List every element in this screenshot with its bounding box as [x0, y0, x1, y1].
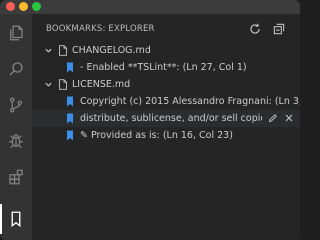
activity-bar	[0, 14, 32, 240]
bookmarks-icon[interactable]	[0, 202, 32, 236]
bookmark-label: distribute, sublicense, and/or sell copi…	[80, 113, 262, 124]
extensions-icon[interactable]	[0, 160, 32, 194]
file-icon	[58, 45, 68, 56]
row-actions	[268, 113, 294, 126]
minimize-window-button[interactable]	[19, 2, 28, 11]
close-icon[interactable]	[284, 113, 294, 126]
bookmark-item[interactable]: Copyright (c) 2015 Alessandro Fragnani: …	[32, 93, 300, 110]
sidebar: BOOKMARKS: EXPLORER CHANGELOG.md - Enabl…	[32, 14, 300, 240]
tree-file-changelog[interactable]: CHANGELOG.md	[32, 42, 300, 59]
bookmark-icon	[66, 130, 74, 141]
file-icon	[58, 79, 68, 90]
sidebar-title: BOOKMARKS: EXPLORER	[46, 24, 155, 34]
title-bar	[0, 0, 300, 14]
debug-icon[interactable]	[0, 124, 32, 158]
vscode-window: BOOKMARKS: EXPLORER CHANGELOG.md - Enabl…	[0, 0, 300, 240]
bookmark-icon	[66, 113, 74, 124]
bookmark-icon	[66, 62, 74, 73]
maximize-window-button[interactable]	[32, 2, 41, 11]
bookmark-label: ✎ Provided as is: (Ln 16, Col 23)	[80, 130, 233, 141]
collapse-all-icon[interactable]	[272, 21, 286, 35]
sidebar-header: BOOKMARKS: EXPLORER	[32, 14, 300, 42]
chevron-down-icon	[44, 46, 53, 55]
file-name: CHANGELOG.md	[72, 45, 151, 56]
close-window-button[interactable]	[6, 2, 15, 11]
source-control-icon[interactable]	[0, 88, 32, 122]
search-icon[interactable]	[0, 52, 32, 86]
file-name: LICENSE.md	[72, 79, 131, 90]
chevron-down-icon	[44, 80, 53, 89]
bookmark-item[interactable]: - Enabled **TSLint**: (Ln 27, Col 1)	[32, 59, 300, 76]
explorer-icon[interactable]	[0, 16, 32, 50]
bookmark-label: Copyright (c) 2015 Alessandro Fragnani: …	[80, 96, 300, 107]
bookmark-item[interactable]: ✎ Provided as is: (Ln 16, Col 23)	[32, 127, 300, 144]
refresh-icon[interactable]	[248, 21, 262, 35]
edit-icon[interactable]	[268, 113, 278, 126]
tree-file-license[interactable]: LICENSE.md	[32, 76, 300, 93]
bookmark-label: - Enabled **TSLint**: (Ln 27, Col 1)	[80, 62, 247, 73]
bookmark-icon	[66, 96, 74, 107]
bookmark-item[interactable]: distribute, sublicense, and/or sell copi…	[32, 110, 300, 127]
